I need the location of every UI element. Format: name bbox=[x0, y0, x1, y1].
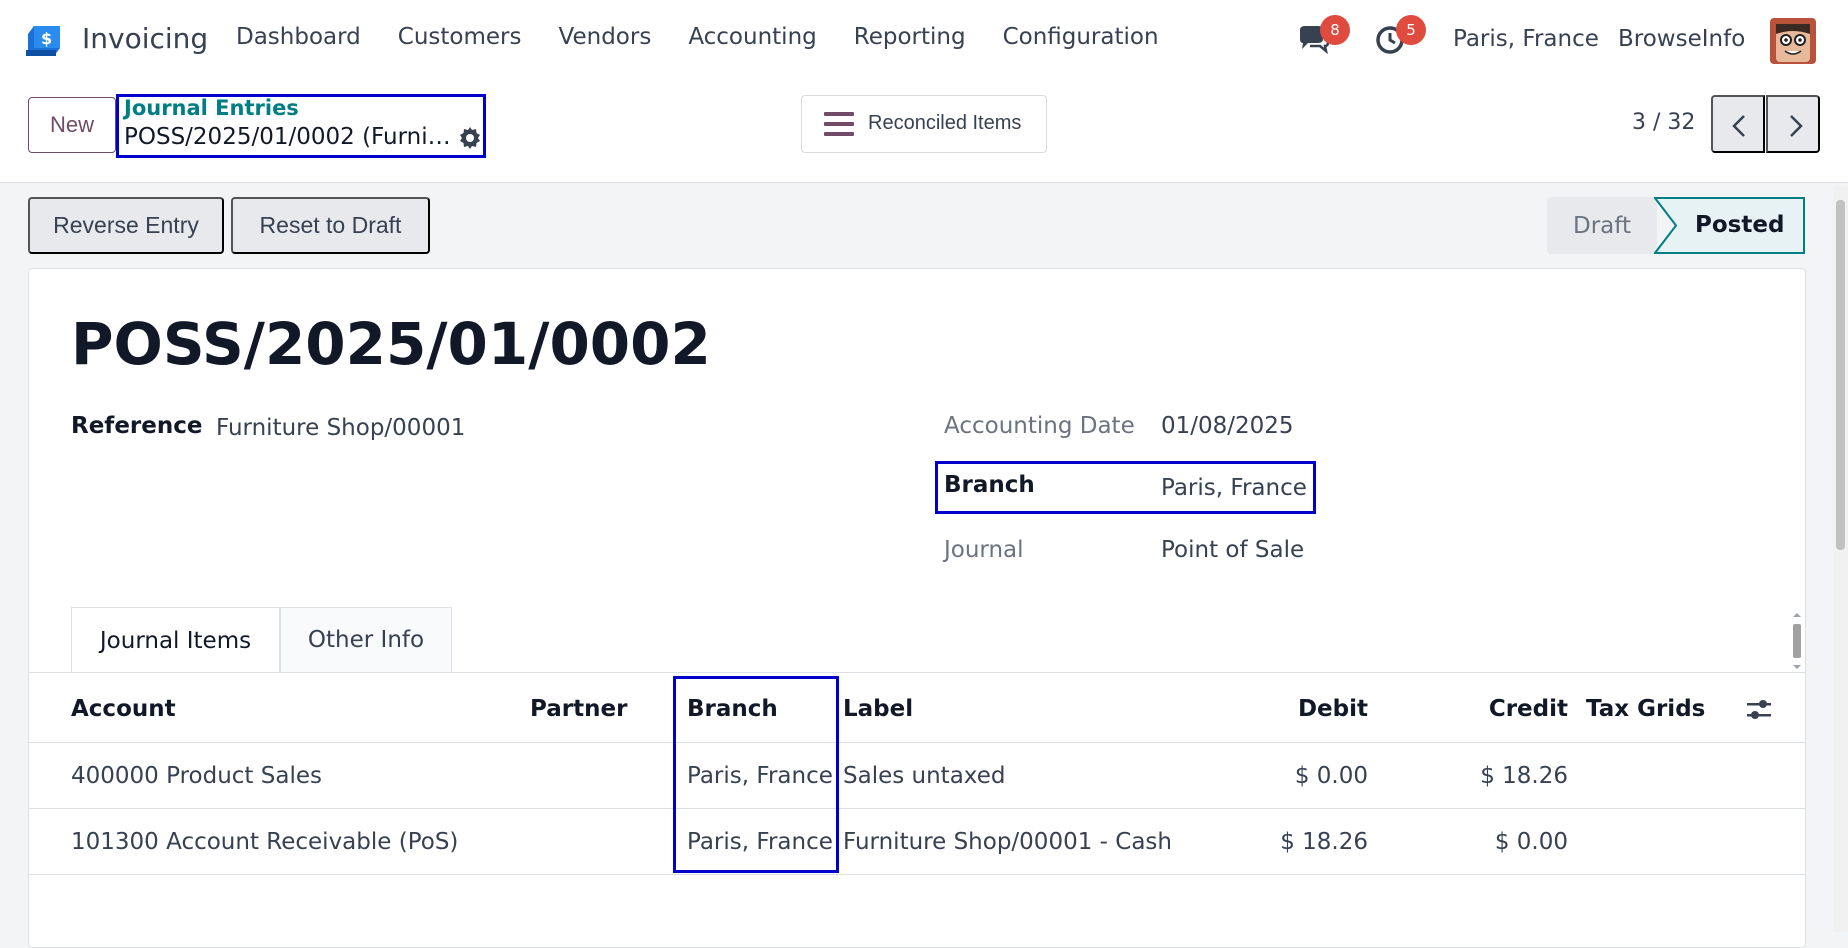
column-header-partner[interactable]: Partner bbox=[530, 696, 627, 722]
column-header-label[interactable]: Label bbox=[843, 696, 913, 722]
svg-text:$: $ bbox=[41, 29, 52, 48]
company-switcher[interactable]: Paris, France bbox=[1453, 26, 1599, 52]
column-settings-icon[interactable] bbox=[1745, 697, 1773, 723]
tabs-divider bbox=[28, 672, 1806, 673]
menu-accounting[interactable]: Accounting bbox=[688, 24, 816, 50]
user-avatar[interactable] bbox=[1770, 18, 1816, 64]
reverse-entry-button[interactable]: Reverse Entry bbox=[28, 197, 224, 254]
breadcrumb-current-record: POSS/2025/01/0002 (Furniture Shop/00001) bbox=[124, 124, 454, 150]
new-button[interactable]: New bbox=[28, 97, 116, 153]
journal-label: Journal bbox=[944, 537, 1024, 563]
main-menu: Dashboard Customers Vendors Accounting R… bbox=[236, 24, 1196, 50]
cell-credit[interactable]: $ 0.00 bbox=[1400, 829, 1568, 855]
status-stage-draft[interactable]: Draft bbox=[1547, 197, 1657, 254]
journal-entry-title: POSS/2025/01/0002 bbox=[71, 310, 711, 378]
list-icon bbox=[822, 109, 856, 139]
pager-value[interactable]: 3 / 32 bbox=[1632, 110, 1695, 135]
menu-configuration[interactable]: Configuration bbox=[1003, 24, 1159, 50]
breadcrumb-journal-entries[interactable]: Journal Entries bbox=[124, 96, 299, 120]
invoicing-app-icon[interactable]: $ bbox=[24, 22, 64, 60]
accounting-date-label: Accounting Date bbox=[944, 413, 1135, 439]
database-name[interactable]: BrowseInfo bbox=[1618, 26, 1745, 52]
tab-journal-items[interactable]: Journal Items bbox=[71, 607, 280, 673]
menu-vendors[interactable]: Vendors bbox=[559, 24, 652, 50]
accounting-date-field[interactable]: 01/08/2025 bbox=[1161, 413, 1294, 439]
cell-label[interactable]: Furniture Shop/00001 - Cash bbox=[843, 829, 1172, 855]
menu-dashboard[interactable]: Dashboard bbox=[236, 24, 361, 50]
branch-label: Branch bbox=[944, 472, 1035, 498]
reset-to-draft-button[interactable]: Reset to Draft bbox=[231, 197, 430, 254]
status-stage-posted-label: Posted bbox=[1695, 212, 1785, 238]
cell-account[interactable]: 101300 Account Receivable (PoS) bbox=[71, 829, 458, 855]
branch-field[interactable]: Paris, France bbox=[1161, 475, 1307, 501]
cell-debit[interactable]: $ 18.26 bbox=[1200, 829, 1368, 855]
pager-next-button[interactable] bbox=[1766, 95, 1820, 153]
reference-label: Reference bbox=[71, 413, 203, 439]
control-panel: New Journal Entries POSS/2025/01/0002 (F… bbox=[0, 80, 1848, 183]
reconciled-items-button[interactable]: Reconciled Items bbox=[801, 95, 1047, 153]
table-row-divider bbox=[28, 808, 1806, 809]
cell-debit[interactable]: $ 0.00 bbox=[1200, 763, 1368, 789]
column-header-credit[interactable]: Credit bbox=[1420, 696, 1568, 722]
gear-icon[interactable] bbox=[458, 126, 482, 150]
cell-account[interactable]: 400000 Product Sales bbox=[71, 763, 322, 789]
column-header-account[interactable]: Account bbox=[71, 696, 176, 722]
menu-reporting[interactable]: Reporting bbox=[854, 24, 966, 50]
reference-field[interactable]: Furniture Shop/00001 bbox=[216, 415, 465, 441]
top-navbar: $ Invoicing Dashboard Customers Vendors … bbox=[0, 0, 1848, 80]
cell-credit[interactable]: $ 18.26 bbox=[1400, 763, 1568, 789]
app-name[interactable]: Invoicing bbox=[82, 22, 208, 55]
table-header-divider bbox=[28, 742, 1806, 743]
pager-previous-button[interactable] bbox=[1711, 95, 1765, 153]
tab-other-info[interactable]: Other Info bbox=[280, 607, 452, 673]
tab-scrollbar[interactable] bbox=[1790, 610, 1804, 672]
activity-count-badge: 5 bbox=[1396, 15, 1426, 45]
journal-field[interactable]: Point of Sale bbox=[1161, 537, 1304, 563]
branch-column-highlight bbox=[673, 676, 839, 873]
menu-customers[interactable]: Customers bbox=[398, 24, 522, 50]
table-row-divider bbox=[28, 874, 1806, 875]
page-scrollbar-thumb[interactable] bbox=[1836, 200, 1845, 550]
cell-label[interactable]: Sales untaxed bbox=[843, 763, 1005, 789]
column-header-debit[interactable]: Debit bbox=[1220, 696, 1368, 722]
chat-count-badge: 8 bbox=[1320, 15, 1350, 45]
reconciled-items-label: Reconciled Items bbox=[868, 112, 1022, 134]
column-header-tax-grids[interactable]: Tax Grids bbox=[1586, 696, 1705, 722]
